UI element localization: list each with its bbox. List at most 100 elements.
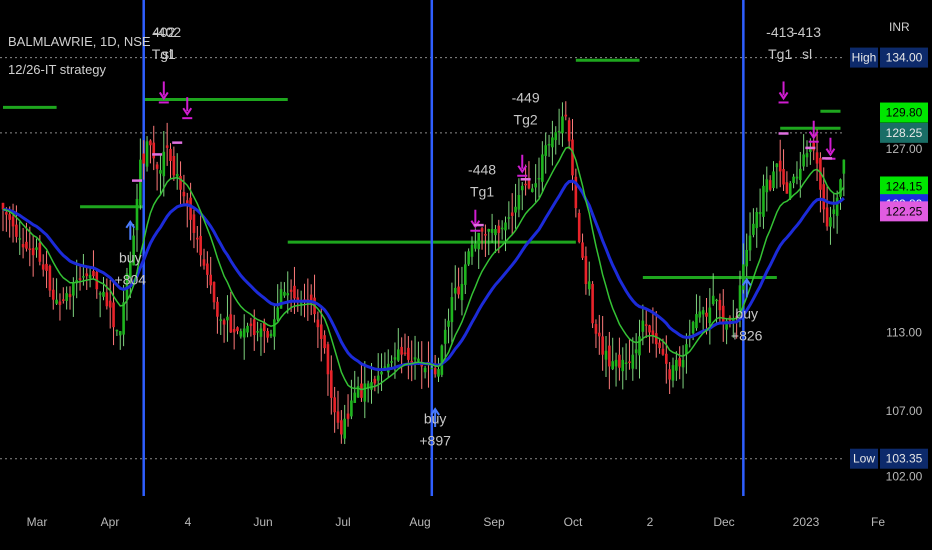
time-tick-label: 4 — [185, 515, 192, 529]
candle-body — [88, 274, 92, 279]
candle-body — [825, 207, 829, 227]
exit-label: -413 — [766, 24, 794, 40]
candle-body — [457, 286, 460, 295]
candle-body — [490, 229, 494, 233]
candle-body — [453, 287, 457, 294]
candle-body — [715, 299, 718, 302]
candle-body — [584, 256, 588, 284]
candle-body — [487, 229, 491, 232]
candle-body — [112, 302, 115, 328]
candle-body — [21, 244, 25, 248]
candle-body — [681, 359, 685, 368]
candle-body — [678, 358, 681, 367]
candle-body — [668, 369, 671, 380]
candle-body — [433, 368, 437, 375]
candle-body — [31, 248, 35, 256]
candle-body — [658, 342, 661, 349]
candle-body — [316, 319, 320, 328]
candle-body — [380, 371, 383, 375]
candle-body — [102, 291, 105, 297]
candle-body — [38, 242, 42, 262]
time-tick-label: 2 — [647, 515, 654, 529]
candle-body — [638, 336, 641, 356]
candle-body — [279, 289, 283, 309]
candle-body — [839, 179, 842, 197]
candle-body — [464, 264, 467, 285]
candle-body — [165, 145, 169, 148]
candle-body — [48, 265, 52, 291]
candle-body — [450, 297, 454, 323]
candle-body — [718, 299, 722, 311]
candle-body — [604, 350, 608, 360]
candle-body — [755, 212, 759, 229]
candle-body — [618, 354, 621, 368]
candle-body — [115, 329, 119, 332]
candle-body — [98, 293, 102, 295]
time-tick-label: Mar — [27, 515, 48, 529]
candle-body — [748, 235, 752, 251]
time-tick-label: Apr — [101, 515, 120, 529]
time-tick-label: Oct — [564, 515, 583, 529]
candle-body — [216, 301, 219, 317]
time-tick-label: Dec — [713, 515, 734, 529]
candle-body — [691, 321, 695, 334]
candle-body — [376, 375, 380, 381]
candle-body — [581, 242, 584, 258]
time-tick-label: Jul — [335, 515, 350, 529]
candle-body — [648, 325, 651, 333]
price-tick-label: 107.00 — [886, 404, 923, 418]
candle-body — [122, 302, 125, 335]
candle-body — [226, 316, 229, 321]
candle-body — [45, 263, 48, 271]
candle-body — [35, 247, 38, 250]
candle-body — [212, 282, 216, 303]
candle-body — [467, 251, 470, 265]
candle-body — [169, 148, 172, 161]
candle-body — [293, 285, 296, 299]
candle-body — [577, 212, 581, 243]
candle-body — [477, 232, 480, 250]
candle-body — [564, 114, 568, 117]
candle-body — [778, 160, 782, 172]
candle-body — [135, 198, 139, 231]
candle-body — [252, 319, 256, 336]
price-chart[interactable]: buy+804402Tg1-402slbuy+897-448Tg1-449Tg2… — [0, 0, 932, 550]
candle-body — [624, 362, 628, 365]
candle-body — [842, 159, 846, 174]
exit-label: Tg2 — [514, 111, 538, 127]
candle-body — [534, 183, 537, 188]
candle-body — [286, 293, 290, 296]
candle-body — [547, 143, 551, 146]
candle-body — [350, 400, 353, 417]
candle-body — [333, 397, 336, 413]
strategy-name: 12/26-IT strategy — [8, 62, 107, 77]
exit-label: -449 — [512, 89, 540, 105]
candle-body — [92, 270, 95, 277]
candle-body — [5, 212, 8, 215]
candle-body — [162, 151, 166, 177]
candle-body — [571, 139, 574, 176]
candle-body — [175, 174, 179, 177]
candle-body — [326, 344, 330, 375]
price-tick-label: 113.00 — [886, 325, 922, 339]
price-tick-label: 102.00 — [886, 469, 923, 483]
candle-body — [561, 116, 564, 134]
candle-body — [407, 347, 410, 360]
candle-body — [474, 243, 477, 249]
price-tag-value: 103.35 — [886, 452, 923, 466]
candle-body — [363, 383, 367, 402]
candle-body — [182, 191, 186, 197]
candle-body — [544, 145, 547, 156]
candle-body — [484, 234, 487, 236]
candle-body — [397, 349, 400, 361]
candle-body — [795, 176, 799, 179]
candle-body — [802, 154, 805, 167]
price-tag-value: 129.80 — [886, 106, 923, 120]
candle-body — [665, 353, 668, 364]
candle-body — [246, 325, 249, 333]
candle-body — [330, 370, 333, 398]
exit-label: Tg1 — [768, 46, 792, 62]
candle-body — [768, 180, 772, 190]
candle-body — [520, 185, 524, 191]
candle-body — [611, 361, 614, 370]
